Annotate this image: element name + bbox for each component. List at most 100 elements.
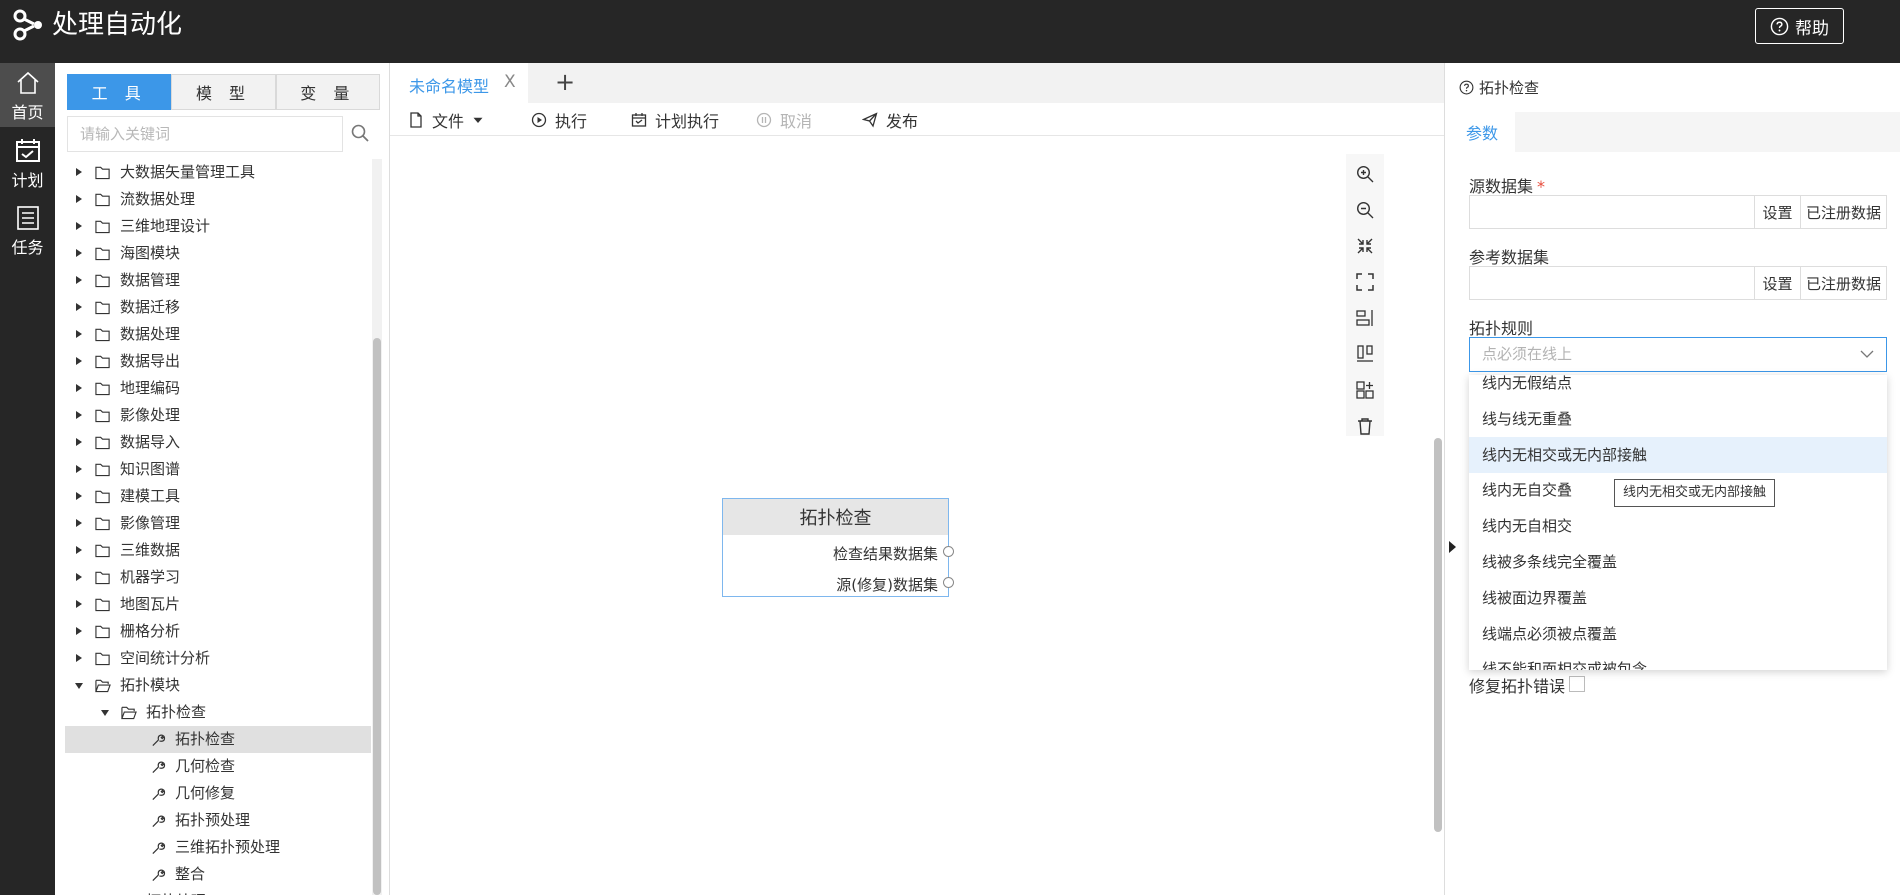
- tab-models[interactable]: 模 型: [171, 74, 276, 110]
- tree-folder-item[interactable]: 栅格分析: [65, 618, 371, 645]
- cancel-button[interactable]: 取消: [756, 103, 812, 136]
- caret-right-icon[interactable]: [76, 330, 82, 338]
- topology-rule-select[interactable]: 点必须在线上: [1469, 337, 1887, 372]
- tree-folder-item[interactable]: 影像处理: [65, 402, 371, 429]
- tab-parameters[interactable]: 参数: [1449, 112, 1515, 152]
- tree-folder-item[interactable]: 地理编码: [65, 375, 371, 402]
- output-port-source[interactable]: [943, 577, 954, 588]
- caret-right-icon[interactable]: [76, 303, 82, 311]
- search-input[interactable]: [67, 116, 343, 152]
- tree-folder-item[interactable]: 流数据处理: [65, 186, 371, 213]
- caret-right-icon[interactable]: [76, 276, 82, 284]
- fullscreen-icon[interactable]: [1356, 273, 1374, 291]
- tree-folder-item[interactable]: 数据迁移: [65, 294, 371, 321]
- tree-folder-item[interactable]: 拓扑模块: [65, 672, 371, 699]
- output-port-result[interactable]: [943, 546, 954, 557]
- caret-right-icon[interactable]: [76, 384, 82, 392]
- tree-folder-item[interactable]: 拓扑处理: [65, 888, 371, 895]
- dropdown-option[interactable]: 线内无假结点: [1469, 375, 1887, 401]
- caret-right-icon[interactable]: [76, 654, 82, 662]
- rail-label-plan: 计划: [11, 171, 44, 190]
- caret-right-icon[interactable]: [76, 600, 82, 608]
- ref-set-button[interactable]: 设置: [1754, 267, 1800, 299]
- tree-folder-item[interactable]: 海图模块: [65, 240, 371, 267]
- topology-check-node[interactable]: 拓扑检查 检查结果数据集 源(修复)数据集: [722, 498, 954, 597]
- tab-untitled-model[interactable]: 未命名模型 X: [390, 63, 528, 103]
- caret-right-icon[interactable]: [76, 438, 82, 446]
- canvas-scrollbar[interactable]: [1434, 438, 1442, 832]
- caret-right-icon[interactable]: [76, 357, 82, 365]
- align-horizontal-icon[interactable]: [1356, 309, 1374, 327]
- caret-right-icon[interactable]: [76, 465, 82, 473]
- repair-topology-checkbox[interactable]: [1569, 676, 1585, 692]
- tree-folder-item[interactable]: 三维数据: [65, 537, 371, 564]
- source-registered-button[interactable]: 已注册数据: [1800, 196, 1886, 228]
- dropdown-option[interactable]: 线内无自相交: [1469, 508, 1887, 544]
- layout-icon[interactable]: [1356, 381, 1374, 399]
- schedule-run-button[interactable]: 计划执行: [631, 103, 719, 136]
- tab-variables[interactable]: 变 量: [275, 74, 380, 110]
- source-set-button[interactable]: 设置: [1754, 196, 1800, 228]
- dropdown-option[interactable]: 线端点必须被点覆盖: [1469, 616, 1887, 652]
- publish-button[interactable]: 发布: [862, 103, 918, 136]
- tree-folder-item[interactable]: 拓扑检查: [65, 699, 371, 726]
- tree-folder-item[interactable]: 数据导入: [65, 429, 371, 456]
- caret-right-icon[interactable]: [76, 411, 82, 419]
- tree-tool-item[interactable]: 三维拓扑预处理: [65, 834, 371, 861]
- caret-right-icon[interactable]: [76, 492, 82, 500]
- tree-folder-item[interactable]: 大数据矢量管理工具: [65, 159, 371, 186]
- caret-down-icon[interactable]: [75, 683, 83, 689]
- zoom-in-icon[interactable]: [1356, 165, 1374, 183]
- tree-folder-item[interactable]: 数据管理: [65, 267, 371, 294]
- caret-right-icon[interactable]: [76, 222, 82, 230]
- tree-scrollbar-thumb[interactable]: [373, 338, 381, 895]
- tree-folder-item[interactable]: 影像管理: [65, 510, 371, 537]
- fit-icon[interactable]: [1356, 237, 1374, 255]
- tab-tools[interactable]: 工 具: [67, 74, 172, 110]
- tree-tool-item[interactable]: 几何检查: [65, 753, 371, 780]
- run-button[interactable]: 执行: [531, 103, 587, 136]
- source-dataset-input[interactable]: [1470, 196, 1754, 228]
- tree-folder-item[interactable]: 三维地理设计: [65, 213, 371, 240]
- tree-tool-item[interactable]: 拓扑预处理: [65, 807, 371, 834]
- caret-right-icon[interactable]: [76, 519, 82, 527]
- add-tab-button[interactable]: +: [555, 68, 575, 96]
- dropdown-option[interactable]: 线被多条线完全覆盖: [1469, 544, 1887, 580]
- caret-right-icon[interactable]: [76, 195, 82, 203]
- tree-tool-item[interactable]: 拓扑检查: [65, 726, 371, 753]
- dropdown-option[interactable]: 线不能和面相交或被包含: [1469, 651, 1887, 670]
- ref-registered-button[interactable]: 已注册数据: [1800, 267, 1886, 299]
- tree-folder-item[interactable]: 机器学习: [65, 564, 371, 591]
- tree-tool-item[interactable]: 几何修复: [65, 780, 371, 807]
- tree-folder-item[interactable]: 地图瓦片: [65, 591, 371, 618]
- dropdown-option[interactable]: 线被面边界覆盖: [1469, 580, 1887, 616]
- caret-right-icon[interactable]: [76, 249, 82, 257]
- rail-item-task[interactable]: 任务: [0, 198, 55, 262]
- tree-folder-item[interactable]: 空间统计分析: [65, 645, 371, 672]
- tree-tool-item[interactable]: 整合: [65, 861, 371, 888]
- close-tab-icon[interactable]: X: [504, 72, 516, 92]
- tree-folder-item[interactable]: 数据处理: [65, 321, 371, 348]
- caret-right-icon[interactable]: [76, 573, 82, 581]
- tree-folder-item[interactable]: 知识图谱: [65, 456, 371, 483]
- align-vertical-icon[interactable]: [1356, 345, 1374, 363]
- caret-right-icon[interactable]: [76, 627, 82, 635]
- caret-right-icon[interactable]: [76, 168, 82, 176]
- ref-dataset-input[interactable]: [1470, 267, 1754, 299]
- delete-icon[interactable]: [1356, 417, 1374, 435]
- caret-down-icon[interactable]: [101, 710, 109, 716]
- rail-item-home[interactable]: 首页: [0, 63, 55, 127]
- caret-right-icon[interactable]: [76, 546, 82, 554]
- collapse-panel-icon[interactable]: [1449, 541, 1456, 553]
- tree-folder-item[interactable]: 建模工具: [65, 483, 371, 510]
- zoom-out-icon[interactable]: [1356, 201, 1374, 219]
- help-button[interactable]: 帮助: [1755, 8, 1844, 44]
- tree-folder-item[interactable]: 数据导出: [65, 348, 371, 375]
- model-canvas[interactable]: 拓扑检查 检查结果数据集 源(修复)数据集: [390, 136, 1444, 895]
- rail-item-plan[interactable]: 计划: [0, 131, 55, 195]
- file-menu-button[interactable]: 文件: [408, 103, 484, 136]
- dropdown-option[interactable]: 线与线无重叠: [1469, 401, 1887, 437]
- canvas-toolbar: [1346, 154, 1384, 436]
- search-icon[interactable]: [350, 123, 370, 143]
- dropdown-option[interactable]: 线内无相交或无内部接触: [1469, 436, 1887, 473]
